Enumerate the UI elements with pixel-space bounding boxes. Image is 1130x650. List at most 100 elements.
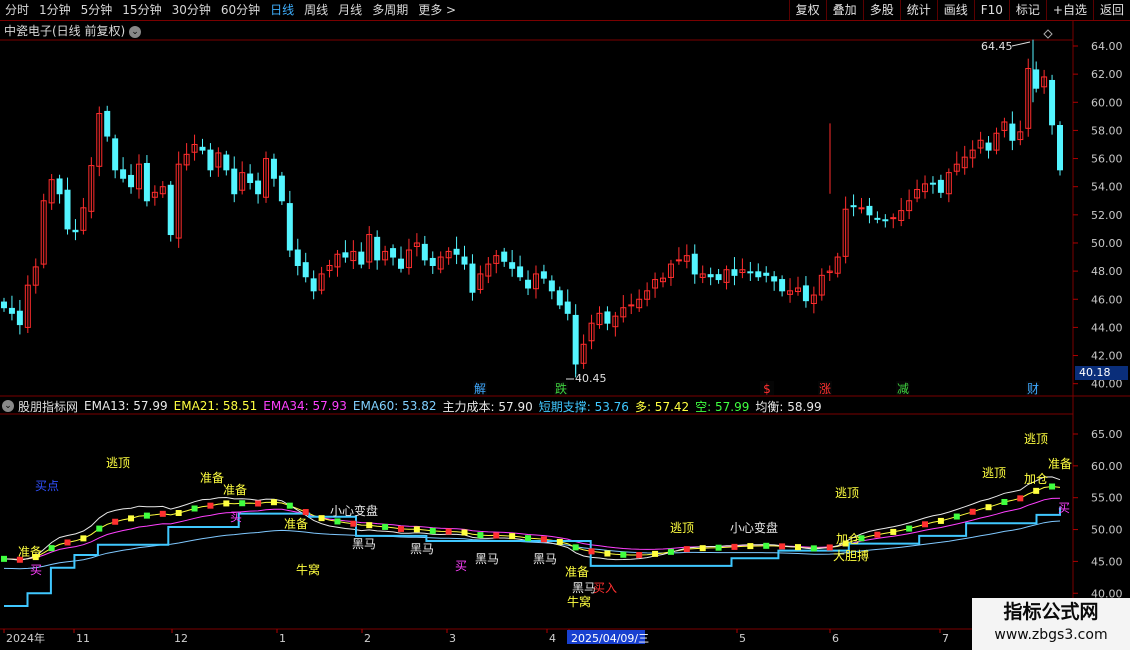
trend-block <box>937 517 944 524</box>
trend-block <box>906 525 913 532</box>
event-marker: 跌 <box>555 381 567 396</box>
trend-block <box>636 552 643 559</box>
chart-canvas[interactable]: 64.00 62.00 60.00 58.00 56.00 54.00 52.00 50.00… <box>0 20 1130 650</box>
trend-block <box>525 535 532 542</box>
candle-body <box>310 278 317 292</box>
toolbar-button[interactable]: F10 <box>973 0 1009 20</box>
candle-body <box>390 248 397 258</box>
candle-body <box>167 184 174 236</box>
candle-body <box>747 271 754 274</box>
candle-body <box>564 301 571 314</box>
toolbar-button[interactable]: 返回 <box>1092 0 1130 20</box>
period-tab[interactable]: 15分钟 <box>117 0 166 20</box>
trend-block <box>493 532 500 539</box>
period-tab[interactable]: 5分钟 <box>76 0 118 20</box>
trend-block <box>652 550 659 557</box>
y-axis-label: 44.00 <box>1091 321 1123 334</box>
trend-block <box>1 555 7 562</box>
trend-block <box>397 525 404 532</box>
candle-body <box>1009 123 1016 141</box>
time-axis-label: 3 <box>449 632 456 645</box>
candle-body <box>509 262 516 269</box>
period-tab[interactable]: 分时 <box>0 0 34 20</box>
signal-label: 大胆搏 <box>833 549 869 563</box>
trend-block <box>1033 487 1040 494</box>
legend-entry: EMA13: 57.99 <box>84 399 168 413</box>
signal-label: 加仓 <box>836 532 860 546</box>
signal-label: 小心变盘 <box>730 520 778 535</box>
candle-body <box>72 229 79 233</box>
period-tab[interactable]: 月线 <box>333 0 367 20</box>
toolbar-button[interactable]: 标记 <box>1008 0 1046 20</box>
trend-block <box>874 531 881 538</box>
trend-block <box>890 528 897 535</box>
period-tab[interactable]: 更多 > <box>413 0 461 20</box>
trend-block <box>604 550 611 557</box>
chevron-down-icon[interactable]: ⌄ <box>2 400 14 412</box>
time-axis-label: 2024年 <box>6 631 45 645</box>
candle-body <box>731 269 738 276</box>
toolbar-button[interactable]: 复权 <box>788 0 826 20</box>
signal-label: 准备 <box>200 471 224 485</box>
trend-block <box>747 543 754 550</box>
signal-label: 买点 <box>35 479 59 493</box>
candle-body <box>1 301 7 309</box>
toolbar-button[interactable]: 画线 <box>936 0 974 20</box>
y-axis-label: 64.00 <box>1091 40 1123 53</box>
indicator-y-label: 45.00 <box>1091 555 1123 568</box>
y-axis-label: 58.00 <box>1091 124 1123 137</box>
candle-body <box>143 162 150 202</box>
period-tab[interactable]: 1分钟 <box>34 0 76 20</box>
trend-block <box>191 505 198 512</box>
trend-block <box>128 515 135 522</box>
legend-entry: 空: 57.99 <box>695 399 750 414</box>
candle-body <box>802 285 809 302</box>
candle-body <box>937 179 944 193</box>
toolbar-button[interactable]: 叠加 <box>825 0 863 20</box>
candle-body <box>675 259 682 262</box>
trend-block <box>731 543 738 550</box>
trend-block <box>715 544 722 551</box>
signal-label: 牛窝 <box>296 562 320 577</box>
trend-block <box>143 512 150 519</box>
candle-body <box>302 262 309 278</box>
trend-block <box>255 500 262 507</box>
trend-block <box>509 533 516 540</box>
time-axis-label: 7 <box>942 632 949 645</box>
period-tab[interactable]: 多周期 <box>367 0 413 20</box>
trend-block <box>477 532 484 539</box>
candle-body <box>858 207 865 210</box>
time-axis-label: 2 <box>364 632 371 645</box>
trend-block <box>318 515 325 522</box>
toolbar: 分时 1分钟 5分钟 15分钟 30分钟 60分钟 日线 周线 月线 多周期 更多 > 复权 叠加 多股… <box>0 0 1130 21</box>
toolbar-button[interactable]: 统计 <box>899 0 937 20</box>
toolbar-button[interactable]: 多股 <box>862 0 900 20</box>
candle-body <box>286 203 293 251</box>
candle-body <box>461 256 468 265</box>
trend-block <box>64 539 71 546</box>
signal-label: 逃顶 <box>835 486 859 500</box>
signal-label: 逃顶 <box>106 456 130 470</box>
y-axis-label: 56.00 <box>1091 153 1123 166</box>
period-tab[interactable]: 30分钟 <box>167 0 216 20</box>
legend-entry: EMA34: 57.93 <box>263 399 347 413</box>
period-tab[interactable]: 60分钟 <box>216 0 265 20</box>
trend-block <box>556 538 563 545</box>
low-price-label: 40.45 <box>575 372 607 385</box>
period-tab[interactable]: 日线 <box>265 0 299 20</box>
y-axis-label: 48.00 <box>1091 265 1123 278</box>
signal-label: 买入 <box>593 581 617 595</box>
period-tab[interactable]: 周线 <box>299 0 333 20</box>
legend-entry: 主力成本: 57.90 <box>442 399 533 414</box>
candle-body <box>8 307 15 314</box>
candle-body <box>866 205 873 216</box>
signal-label: 买 <box>30 563 42 577</box>
candle-body <box>16 310 23 326</box>
signal-label: 准备 <box>18 545 42 559</box>
trend-block <box>350 520 357 527</box>
toolbar-button[interactable]: +自选 <box>1045 0 1093 20</box>
trend-block <box>48 545 55 552</box>
trend-block <box>794 544 801 551</box>
time-axis-label: 1 <box>279 632 286 645</box>
trend-block <box>985 504 992 511</box>
